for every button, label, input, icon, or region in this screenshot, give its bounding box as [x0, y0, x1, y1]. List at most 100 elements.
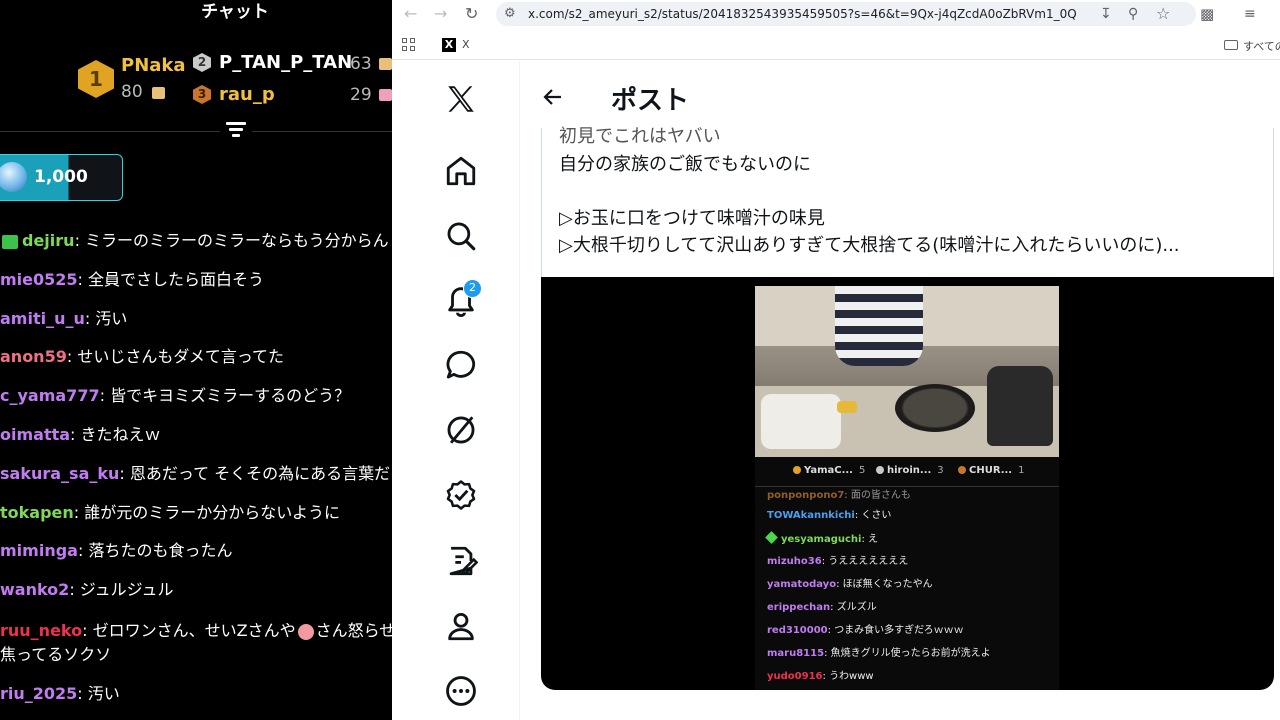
forward-icon[interactable]: → [434, 5, 447, 23]
chat-message: oimatta: きたねえｗ [0, 425, 161, 444]
x-sidebar-nav [392, 61, 520, 720]
divider [252, 131, 392, 132]
drafts-compose-icon[interactable] [444, 544, 478, 578]
tweet-video[interactable]: YamaC... 5 hiroin... 3 CHUR... 1 ponponpono… [541, 277, 1274, 690]
sparkle-icon [765, 531, 778, 544]
chat-user: sakura_sa_ku [0, 464, 120, 483]
chat-user: tokapen [0, 503, 74, 522]
more-icon[interactable] [444, 674, 478, 708]
chat-message: dejiru: ミラーのミラーのミラーならもう分からん [0, 230, 389, 252]
chat-user: c_yama777 [0, 386, 100, 405]
chat-message: wanko2: ジュルジュル [0, 580, 174, 599]
notification-count-badge: 2 [463, 279, 482, 298]
search-icon[interactable] [444, 219, 478, 253]
chat-title: チャット [201, 2, 269, 22]
page-title: ポスト [611, 86, 690, 116]
tweet-body: 初見でこれはヤバい 自分の家族のご飯でもないのに ▷お玉に口をつけて味噌汁の味見… [541, 126, 1274, 278]
rank-2-score: 63 [350, 54, 372, 74]
embedded-rank-item: YamaC... 5 [793, 465, 865, 476]
chat-text: ミラーのミラーのミラーならもう分からん [85, 231, 389, 250]
embedded-rank-item: CHUR... 1 [958, 465, 1025, 476]
rank-3-score: 29 [350, 85, 372, 105]
url-text[interactable]: x.com/s2_ameyuri_s2/status/2041832543935… [528, 7, 1077, 21]
chat-text: 落ちたのも食ったん [88, 541, 233, 560]
browser-window: ← → ↻ ⚙ x.com/s2_ameyuri_s2/status/20418… [392, 0, 1280, 720]
embedded-chat-message: maru8115: 魚焼きグリル使ったらお前が洗えよ [767, 648, 991, 659]
embedded-chat-message: mizuho36: うえええええええ [767, 556, 909, 567]
back-icon[interactable]: ← [404, 5, 417, 23]
chat-user: miminga [0, 541, 78, 560]
embedded-chat: YamaC... 5 hiroin... 3 CHUR... 1 ponponpono… [755, 457, 1059, 690]
address-bar[interactable]: ⚙ x.com/s2_ameyuri_s2/status/20418325439… [496, 2, 1196, 26]
chat-user: amiti_u_u [0, 309, 85, 328]
embedded-chat-message: erippechan: ズルズル [767, 602, 877, 613]
profile-icon[interactable] [444, 609, 478, 643]
embedded-chat-message: red310000: つまみ食い多すぎだろｗｗｗ [767, 625, 964, 636]
live-chat-panel: チャット 1 PNaka 80 2 P_TAN_P_TAN 63 3 rau_p… [0, 0, 392, 720]
gift-icon [152, 87, 165, 99]
gift-icon [379, 89, 392, 101]
bookmark-star-icon[interactable]: ☆ [1156, 5, 1170, 23]
chat-text: 汚い [95, 309, 128, 328]
divider [0, 131, 220, 132]
bookmark-folder-label[interactable]: すべての [1243, 38, 1280, 54]
chat-message: amiti_u_u: 汚い [0, 309, 128, 328]
octopus-emoji-icon [297, 623, 314, 640]
home-icon[interactable] [444, 154, 478, 188]
chat-user: anon59 [0, 347, 67, 366]
embedded-ranking: YamaC... 5 hiroin... 3 CHUR... 1 [755, 457, 1059, 487]
chat-message: miminga: 落ちたのも食ったん [0, 541, 233, 560]
chat-user: ruu_neko [0, 621, 83, 640]
chat-text: ゼロワンさん、せいZさんや [92, 621, 296, 640]
x-favicon-icon[interactable]: X [442, 38, 456, 52]
rank-1-name: PNaka [121, 55, 186, 76]
rank-3-name: rau_p [219, 84, 275, 105]
coin-balance-box[interactable]: 1,000 [0, 154, 123, 201]
chat-user: mie0525 [0, 270, 78, 289]
apps-grid-icon[interactable] [402, 38, 416, 52]
embedded-chat-message: ponponpono7: 面の皆さんも [767, 490, 911, 501]
reload-icon[interactable]: ↻ [465, 5, 478, 23]
chat-text: 全員でさしたら面白そう [88, 270, 265, 289]
site-info-icon[interactable]: ⚙ [504, 6, 516, 21]
chat-text: 皆でキヨミズミラーするのどう？ [110, 386, 351, 405]
tweet-text-line: ▷大根千切りしてて沢山ありすぎて大根捨てる(味噌汁に入れたらいいのに)... [559, 235, 1180, 256]
grok-icon[interactable] [444, 413, 478, 447]
rank-1-medal-icon: 1 [78, 60, 114, 98]
embedded-chat-message: yamatodayo: ほぼ無くなったやん [767, 579, 933, 590]
verified-icon[interactable] [444, 478, 478, 512]
back-arrow-icon[interactable] [541, 85, 565, 109]
zoom-icon[interactable]: ⚲ [1128, 5, 1138, 23]
chat-user: riu_2025 [0, 684, 78, 703]
chat-text: 誰が元のミラーか分からないように [84, 503, 340, 522]
coin-value: 1,000 [34, 167, 88, 187]
chat-message-continued: 焦ってるソクソ [0, 644, 111, 666]
rank-1-score: 80 [121, 82, 143, 102]
filter-icon[interactable] [225, 122, 247, 142]
tweet-text-line: 自分の家族のご飯でもないのに [559, 154, 811, 175]
reading-list-icon[interactable]: ≡ [1244, 5, 1256, 23]
bookmarks-bar: X X すべての [392, 30, 1280, 60]
chat-message: riu_2025: 汚い [0, 684, 120, 703]
chat-text: ジュルジュル [79, 580, 174, 599]
gift-icon [379, 58, 392, 70]
gift-badge-icon [2, 234, 18, 249]
x-logo-icon[interactable] [444, 82, 478, 116]
chat-message: mie0525: 全員でさしたら面白そう [0, 270, 265, 289]
chat-message: c_yama777: 皆でキヨミズミラーするのどう？ [0, 386, 351, 405]
bookmark-x[interactable]: X [462, 38, 470, 51]
chat-text: きたねえｗ [80, 425, 161, 444]
rank-2-name: P_TAN_P_TAN [219, 52, 353, 73]
chat-message: sakura_sa_ku: 恩あだって そくその為にある言葉だ [0, 464, 391, 483]
install-app-icon[interactable]: ↧ [1100, 5, 1112, 23]
coin-icon [0, 162, 27, 192]
messages-icon[interactable] [444, 348, 478, 382]
extensions-icon[interactable]: ▩ [1200, 5, 1214, 23]
rank-3-medal-icon: 3 [193, 85, 211, 104]
chat-message: anon59: せいじさんもダメて言ってた [0, 347, 285, 366]
folder-icon[interactable] [1224, 40, 1238, 50]
chat-user: wanko2 [0, 580, 70, 599]
video-frame [755, 286, 1059, 457]
chat-user: dejiru [22, 231, 75, 250]
chat-message: ruu_neko: ゼロワンさん、せいZさんや さん怒らせ [0, 620, 392, 642]
